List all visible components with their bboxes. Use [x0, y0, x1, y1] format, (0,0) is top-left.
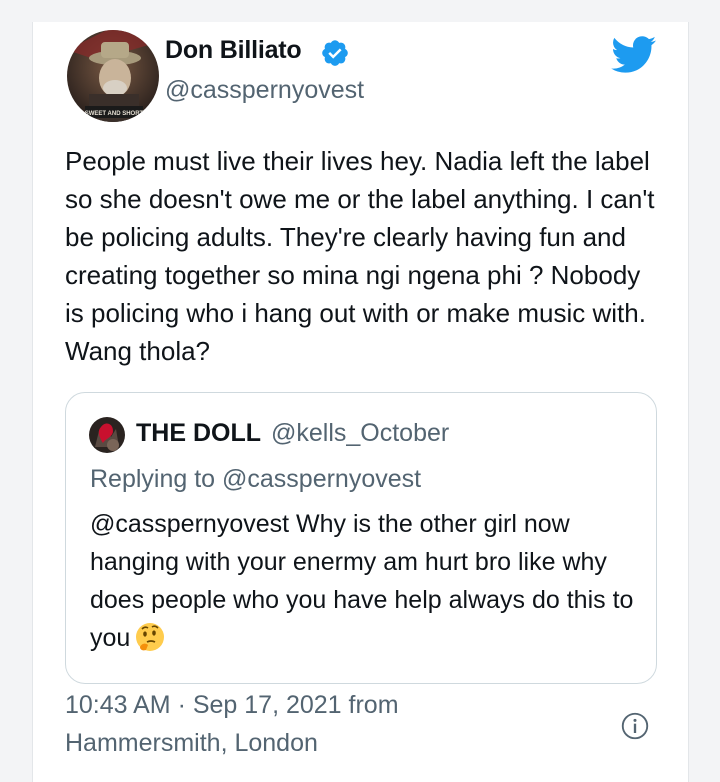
author-name[interactable]: Don Billiato	[165, 36, 302, 65]
info-icon[interactable]	[621, 712, 649, 740]
quote-author-handle[interactable]: @kells_October	[271, 419, 449, 448]
avatar-caption: SWEET AND SHORT	[85, 111, 144, 117]
quote-author-avatar[interactable]	[89, 417, 125, 453]
quote-text-block: @casspernyovest Why is the other girl no…	[90, 505, 645, 657]
quote-author-name[interactable]: THE DOLL	[136, 419, 261, 448]
author-avatar[interactable]: SWEET AND SHORT	[67, 30, 159, 122]
quoted-tweet[interactable]: THE DOLL @kells_October Replying to @cas…	[65, 392, 657, 684]
quote-avatar-image	[89, 417, 125, 453]
avatar-image: SWEET AND SHORT	[67, 30, 159, 122]
tweet-card: SWEET AND SHORT Don Billiato @casspernyo…	[32, 22, 689, 782]
author-handle[interactable]: @casspernyovest	[165, 76, 364, 105]
quote-text: @casspernyovest Why is the other girl no…	[90, 510, 634, 652]
thinking-face-emoji-icon	[136, 623, 165, 651]
twitter-bird-icon[interactable]	[611, 36, 657, 74]
tweet-timestamp[interactable]: 10:43 AM · Sep 17, 2021 from Hammersmith…	[65, 686, 525, 762]
verified-badge-icon	[322, 40, 348, 66]
quote-replying-to: Replying to @casspernyovest	[90, 465, 422, 493]
tweet-text: People must live their lives hey. Nadia …	[65, 146, 655, 366]
